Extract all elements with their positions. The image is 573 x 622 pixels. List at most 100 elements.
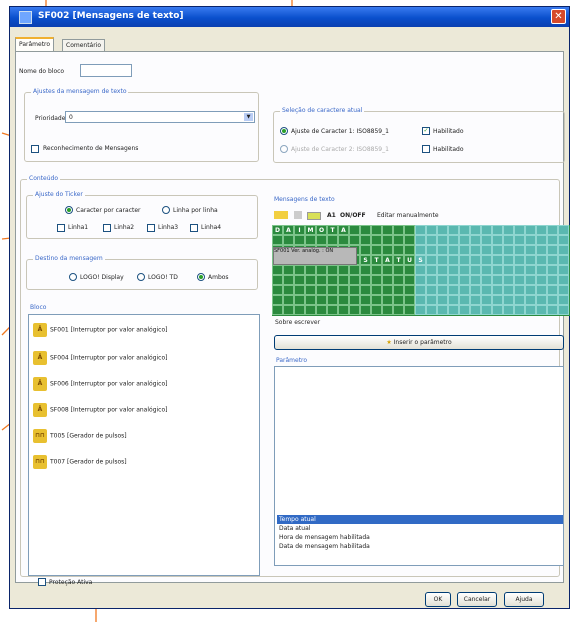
grid-cell[interactable] <box>514 255 525 265</box>
grid-cell[interactable] <box>558 305 569 315</box>
grid-cell[interactable] <box>481 275 492 285</box>
grid-cell[interactable] <box>393 285 404 295</box>
list-item[interactable]: ⊓⊓ T005 [Gerador de pulsos] <box>33 429 127 443</box>
grid-cell[interactable] <box>316 235 327 245</box>
font-select[interactable]: A1 <box>327 212 336 219</box>
grid-cell[interactable] <box>283 285 294 295</box>
grid-cell[interactable] <box>415 285 426 295</box>
grid-cell[interactable] <box>283 235 294 245</box>
grid-cell[interactable] <box>382 295 393 305</box>
charset1-enabled-checkbox[interactable]: ✓ <box>422 127 430 135</box>
ticker-char-radio[interactable] <box>65 206 73 214</box>
grid-cell[interactable] <box>272 235 283 245</box>
grid-cell[interactable] <box>360 285 371 295</box>
list-item[interactable]: Hora de mensagem habilitada <box>277 533 563 542</box>
grid-cell[interactable] <box>481 255 492 265</box>
manual-edit-button[interactable]: Editar manualmente <box>377 212 439 219</box>
grid-cell[interactable] <box>327 305 338 315</box>
grid-cell[interactable] <box>338 305 349 315</box>
grid-cell[interactable] <box>470 245 481 255</box>
grid-cell[interactable] <box>536 285 547 295</box>
help-button[interactable]: Ajuda <box>504 592 544 607</box>
grid-cell[interactable] <box>525 275 536 285</box>
grid-cell[interactable] <box>503 255 514 265</box>
grid-cell[interactable] <box>426 235 437 245</box>
grid-cell[interactable] <box>415 305 426 315</box>
grid-cell[interactable] <box>338 285 349 295</box>
grid-cell[interactable] <box>525 255 536 265</box>
grid-cell[interactable] <box>415 265 426 275</box>
grid-cell[interactable] <box>349 265 360 275</box>
list-item[interactable]: Ā SF006 [Interruptor por valor analógico] <box>33 377 168 391</box>
grid-cell[interactable] <box>349 305 360 315</box>
grid-cell[interactable] <box>272 295 283 305</box>
grid-cell[interactable] <box>503 305 514 315</box>
grid-cell[interactable] <box>558 255 569 265</box>
parameters-list[interactable]: Tempo atual Data atual Hora de mensagem … <box>274 366 564 566</box>
grid-cell[interactable] <box>349 225 360 235</box>
grid-cell[interactable] <box>470 225 481 235</box>
grid-cell[interactable] <box>437 225 448 235</box>
grid-cell[interactable] <box>492 285 503 295</box>
list-item[interactable]: Ā SF008 [Interruptor por valor analógico] <box>33 403 168 417</box>
grid-cell[interactable] <box>360 295 371 305</box>
grid-cell[interactable] <box>525 295 536 305</box>
grid-cell[interactable] <box>371 305 382 315</box>
grid-cell[interactable] <box>459 285 470 295</box>
grid-cell[interactable] <box>393 245 404 255</box>
grid-cell[interactable] <box>316 295 327 305</box>
grid-cell[interactable] <box>459 305 470 315</box>
grid-cell[interactable] <box>448 245 459 255</box>
grid-cell[interactable] <box>481 265 492 275</box>
grid-cell[interactable] <box>536 245 547 255</box>
charset2-enabled-checkbox[interactable] <box>422 145 430 153</box>
grid-cell[interactable] <box>393 265 404 275</box>
close-button[interactable]: ✕ <box>551 9 566 24</box>
grid-cell[interactable] <box>338 275 349 285</box>
grid-cell[interactable] <box>382 305 393 315</box>
grid-cell[interactable] <box>558 285 569 295</box>
grid-cell[interactable] <box>382 275 393 285</box>
grid-cell[interactable] <box>371 285 382 295</box>
inserted-block-placeholder[interactable]: SF001 Ver. analóg. : ON <box>273 247 357 265</box>
font-size-icon[interactable] <box>294 211 302 219</box>
grid-cell[interactable] <box>349 235 360 245</box>
grid-cell[interactable] <box>360 275 371 285</box>
grid-cell[interactable] <box>316 305 327 315</box>
grid-cell[interactable] <box>382 235 393 245</box>
grid-cell[interactable] <box>294 285 305 295</box>
grid-cell[interactable] <box>437 255 448 265</box>
blocks-list[interactable]: Ā SF001 [Interruptor por valor analógico]… <box>28 314 260 576</box>
grid-cell[interactable] <box>525 225 536 235</box>
grid-cell[interactable] <box>525 245 536 255</box>
ticker-line-radio[interactable] <box>162 206 170 214</box>
grid-cell[interactable] <box>415 295 426 305</box>
line1-checkbox[interactable] <box>57 224 65 232</box>
grid-cell[interactable] <box>305 275 316 285</box>
grid-cell[interactable] <box>503 245 514 255</box>
grid-cell[interactable] <box>272 265 283 275</box>
list-item[interactable]: ⊓⊓ T007 [Gerador de pulsos] <box>33 455 127 469</box>
grid-cell[interactable] <box>525 285 536 295</box>
block-name-input[interactable] <box>80 64 132 77</box>
grid-cell[interactable] <box>294 235 305 245</box>
grid-cell[interactable] <box>415 275 426 285</box>
insert-block-icon[interactable] <box>274 211 288 219</box>
grid-cell[interactable] <box>470 285 481 295</box>
grid-cell[interactable] <box>437 295 448 305</box>
grid-cell[interactable] <box>514 225 525 235</box>
grid-cell[interactable] <box>481 245 492 255</box>
grid-cell[interactable] <box>492 305 503 315</box>
list-item[interactable]: Data atual <box>277 524 563 533</box>
grid-cell[interactable] <box>459 245 470 255</box>
grid-cell[interactable] <box>371 235 382 245</box>
grid-cell[interactable] <box>371 225 382 235</box>
grid-cell[interactable] <box>371 295 382 305</box>
grid-cell[interactable] <box>283 295 294 305</box>
grid-cell[interactable] <box>558 245 569 255</box>
grid-cell[interactable] <box>459 255 470 265</box>
grid-cell[interactable] <box>382 245 393 255</box>
grid-cell[interactable] <box>448 225 459 235</box>
grid-cell[interactable] <box>514 245 525 255</box>
grid-cell[interactable] <box>448 275 459 285</box>
